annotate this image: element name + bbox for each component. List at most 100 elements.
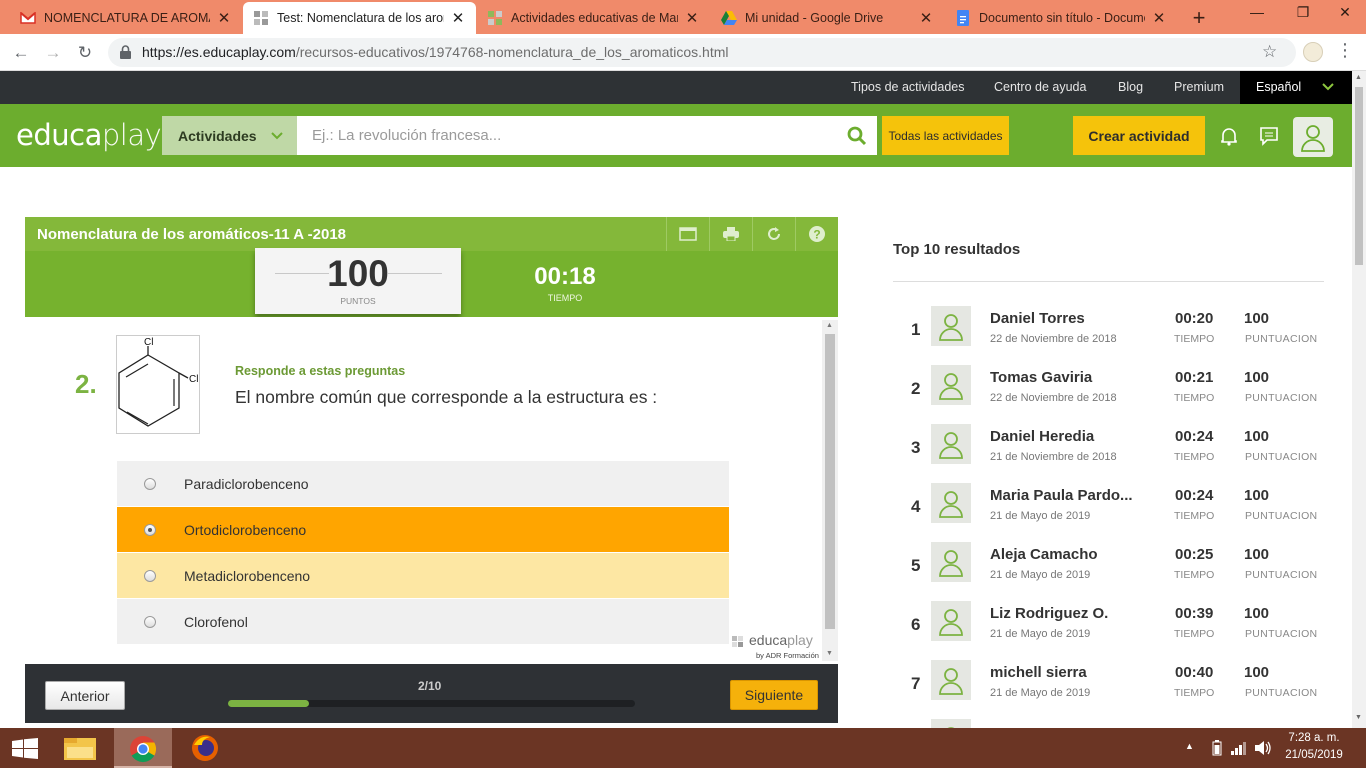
ranking-list: 1 Daniel Torres 22 de Noviembre de 2018 00:… (893, 230, 1325, 728)
educaplay-logo[interactable]: educaplay (16, 118, 162, 152)
close-tab-icon[interactable]: ✕ (1151, 9, 1167, 27)
molecule-image[interactable]: Cl Cl (116, 335, 200, 434)
fullscreen-icon[interactable] (666, 217, 709, 251)
bookmark-star-icon[interactable]: ☆ (1262, 42, 1277, 62)
ranking-row: 4 Maria Paula Pardo... 21 de Mayo de 2019 0… (893, 483, 1325, 542)
browser-tab-drive[interactable]: Mi unidad - Google Drive ✕ (711, 2, 944, 34)
previous-button[interactable]: Anterior (45, 681, 125, 710)
quiz-scrollbar[interactable]: ▲ ▼ (822, 320, 838, 661)
rank-number: 2 (911, 379, 921, 398)
close-window-icon[interactable]: ✕ (1322, 0, 1366, 24)
player-name[interactable]: Aleja Camacho (990, 546, 1098, 563)
radio-button[interactable] (144, 615, 156, 628)
tray-expand-icon[interactable]: ▲ (1185, 741, 1194, 751)
reload-icon[interactable]: ↻ (74, 42, 96, 64)
rank-number: 5 (911, 556, 921, 575)
close-tab-icon[interactable]: ✕ (684, 9, 700, 27)
rank-number: 6 (911, 615, 921, 634)
logo-part-b: play (101, 118, 162, 152)
next-button[interactable]: Siguiente (730, 680, 818, 710)
windows-start-icon[interactable] (12, 738, 38, 765)
volume-icon[interactable] (1254, 740, 1272, 761)
user-avatar-button[interactable] (1293, 117, 1333, 157)
player-name[interactable]: Maria Paula Pardo... (990, 487, 1133, 504)
firefox-icon[interactable] (190, 733, 220, 768)
back-icon[interactable]: ← (10, 42, 32, 64)
close-tab-icon[interactable]: ✕ (918, 9, 934, 27)
minimize-icon[interactable]: — (1234, 0, 1280, 24)
browser-menu-icon[interactable]: ⋮ (1336, 41, 1354, 59)
player-name[interactable]: Daniel Heredia (990, 428, 1094, 445)
signal-icon[interactable] (1231, 741, 1247, 760)
user-avatar-icon[interactable] (931, 306, 971, 346)
points-label: PUNTUACION (1245, 687, 1318, 699)
bell-icon[interactable] (1219, 126, 1239, 151)
player-name[interactable]: Tomas Gaviria (990, 369, 1092, 386)
browser-tab-actividades[interactable]: Actividades educativas de Maria ✕ (477, 2, 710, 34)
restore-icon[interactable]: ❐ (1280, 0, 1326, 24)
page-scrollbar[interactable]: ▲ ▼ (1352, 71, 1366, 728)
points-label: PUNTUACION (1245, 510, 1318, 522)
browser-tab-active[interactable]: Test: Nomenclatura de los arom ✕ (243, 2, 476, 34)
clock-time[interactable]: 7:28 a. m. (1280, 732, 1348, 744)
result-points: 100 (1244, 369, 1270, 386)
messages-icon[interactable] (1259, 126, 1279, 151)
player-name[interactable]: Daniel Torres (990, 310, 1085, 327)
time-label: TIEMPO (547, 293, 583, 303)
url-field[interactable]: https://es.educaplay.com/recursos-educat… (108, 38, 1296, 67)
player-name[interactable]: Liz Rodriguez O. (990, 605, 1108, 622)
scroll-down-icon[interactable]: ▼ (1355, 714, 1362, 721)
radio-button-checked[interactable] (144, 523, 156, 536)
nav-blog[interactable]: Blog (1118, 80, 1143, 94)
new-tab-icon[interactable]: + (1182, 2, 1216, 34)
nav-premium[interactable]: Premium (1174, 80, 1224, 94)
user-avatar-icon[interactable] (931, 483, 971, 523)
answer-option[interactable]: Metadiclorobenceno (117, 553, 729, 598)
print-icon[interactable] (709, 217, 752, 251)
scroll-up-icon[interactable]: ▲ (826, 322, 833, 329)
scroll-down-icon[interactable]: ▼ (826, 650, 833, 657)
score-card: 100 PUNTOS (255, 248, 461, 314)
file-explorer-icon[interactable] (63, 735, 97, 766)
scrollbar-thumb[interactable] (1355, 87, 1363, 265)
search-icon[interactable] (847, 126, 867, 150)
all-activities-button[interactable]: Todas las actividades (882, 116, 1009, 155)
gmail-icon (20, 10, 36, 26)
radio-button[interactable] (144, 477, 156, 490)
close-tab-icon[interactable]: ✕ (450, 9, 466, 27)
help-icon[interactable]: ? (795, 217, 838, 251)
user-avatar-icon[interactable] (931, 601, 971, 641)
user-avatar-icon[interactable] (931, 424, 971, 464)
user-avatar-icon[interactable] (931, 719, 971, 728)
radio-button[interactable] (144, 569, 156, 582)
browser-tab-gmail[interactable]: NOMENCLATURA DE AROMATIC ✕ (10, 2, 242, 34)
profile-icon[interactable] (1303, 42, 1323, 62)
user-avatar-icon[interactable] (931, 365, 971, 405)
answer-option[interactable]: Paradiclorobenceno (117, 461, 729, 506)
chrome-taskbar-button[interactable] (114, 728, 172, 768)
forward-icon[interactable]: → (42, 42, 64, 64)
nav-centro-ayuda[interactable]: Centro de ayuda (994, 80, 1086, 94)
answer-option-selected[interactable]: Ortodiclorobenceno (117, 507, 729, 552)
progress-bar (228, 700, 635, 707)
player-name[interactable]: michell sierra (990, 664, 1087, 681)
close-tab-icon[interactable]: ✕ (216, 9, 232, 27)
clock-date[interactable]: 21/05/2019 (1280, 749, 1348, 761)
answer-option[interactable]: Clorofenol (117, 599, 729, 644)
search-input[interactable]: Ej.: La revolución francesa... (297, 116, 877, 155)
restart-icon[interactable] (752, 217, 795, 251)
search-placeholder: Ej.: La revolución francesa... (312, 127, 502, 144)
activities-select[interactable]: Actividades (162, 116, 297, 155)
user-avatar-icon[interactable] (931, 660, 971, 700)
user-avatar-icon[interactable] (931, 542, 971, 582)
nav-tipos-actividades[interactable]: Tipos de actividades (851, 80, 965, 94)
scroll-up-icon[interactable]: ▲ (1355, 74, 1362, 81)
question-text: El nombre común que corresponde a la est… (235, 387, 658, 407)
quiz-widget: Nomenclatura de los aromáticos-11 A -201… (25, 217, 838, 723)
browser-tab-strip: NOMENCLATURA DE AROMATIC ✕ Test: Nomencl… (0, 0, 1366, 34)
create-activity-button[interactable]: Crear actividad (1073, 116, 1205, 155)
browser-tab-docs[interactable]: Documento sin título - Docume ✕ (945, 2, 1177, 34)
scrollbar-thumb[interactable] (825, 334, 835, 629)
battery-icon[interactable] (1212, 740, 1222, 761)
language-selector[interactable]: Español (1240, 71, 1352, 104)
